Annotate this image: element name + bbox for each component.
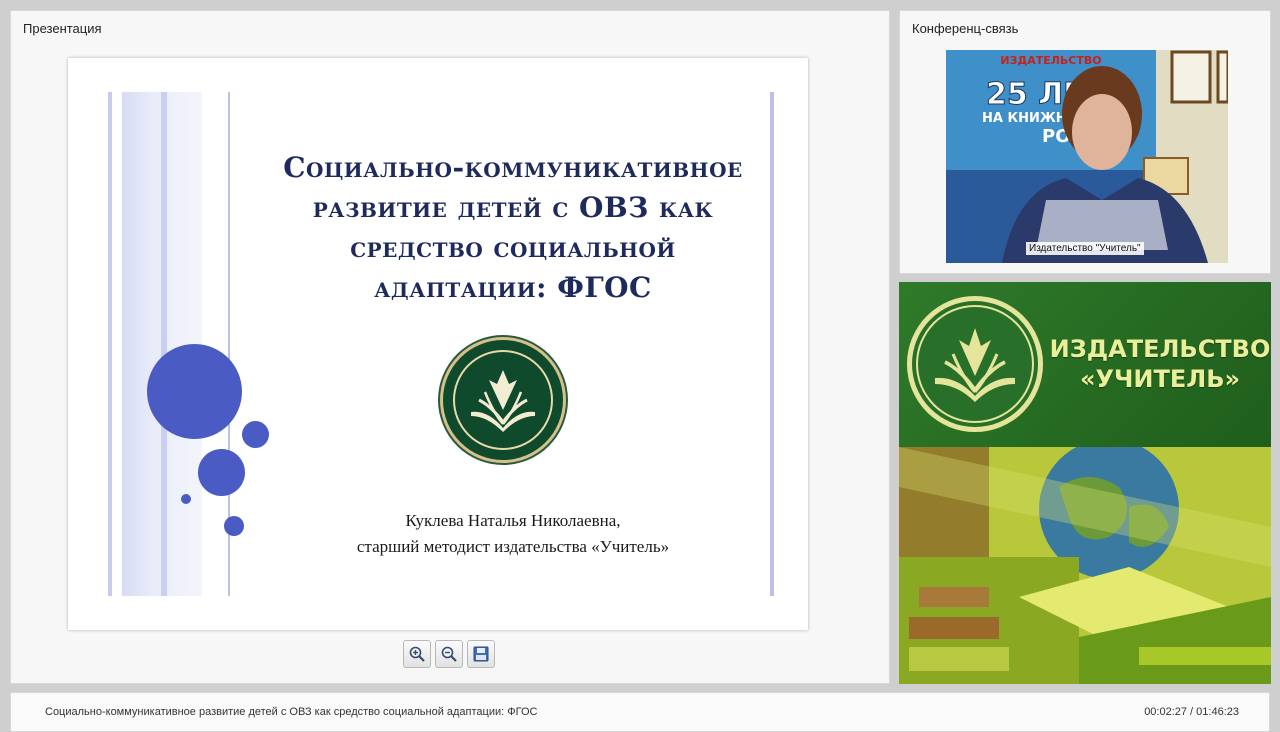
slide-decor-circle	[242, 421, 269, 448]
banner-publisher-name: ИЗДАТЕЛЬСТВО «УЧИТЕЛЬ»	[1049, 334, 1271, 394]
slide-title-line: средство социальной	[350, 231, 676, 264]
conference-panel: Конференц-связь ИЗДАТЕЛЬСТВО 25 ЛЕТ НА К…	[899, 10, 1271, 274]
slide-title-line: адаптации: ФГОС	[374, 271, 652, 304]
footer-presentation-title: Социально-коммуникативное развитие детей…	[45, 706, 538, 718]
books-globe-image	[899, 447, 1271, 684]
slide: Социально-коммуникативное развитие детей…	[68, 58, 808, 630]
slide-title-line: Социально-коммуникативное	[283, 151, 743, 184]
author-name: Куклева Наталья Николаевна,	[405, 511, 621, 530]
zoom-in-icon	[409, 646, 425, 662]
slide-decor-circle	[147, 344, 242, 439]
book-icon	[471, 370, 535, 432]
slide-title: Социально-коммуникативное развитие детей…	[218, 148, 808, 308]
save-icon	[473, 646, 489, 662]
banner-name-line: ИЗДАТЕЛЬСТВО	[1049, 335, 1271, 363]
banner-name-line: «УЧИТЕЛЬ»	[1080, 365, 1240, 393]
publisher-banner: ИЗДАТЕЛЬСТВО «УЧИТЕЛЬ»	[899, 282, 1271, 684]
backdrop-text: ИЗДАТЕЛЬСТВО	[1000, 54, 1101, 67]
slide-stripe	[108, 92, 112, 596]
slide-toolbar	[403, 640, 495, 668]
video-feed[interactable]: ИЗДАТЕЛЬСТВО 25 ЛЕТ НА КНИЖНО РО Издател…	[946, 50, 1228, 263]
save-button[interactable]	[467, 640, 495, 668]
slide-author: Куклева Наталья Николаевна, старший мето…	[218, 508, 808, 560]
slide-title-line: развитие детей с ОВЗ как	[312, 191, 714, 224]
slide-stripe	[161, 92, 167, 596]
banner-header: ИЗДАТЕЛЬСТВО «УЧИТЕЛЬ»	[899, 282, 1271, 447]
book-icon	[935, 328, 1015, 402]
banner-books-image	[899, 447, 1271, 684]
author-role: старший методист издательства «Учитель»	[356, 537, 670, 556]
publisher-emblem-logo	[443, 340, 563, 460]
zoom-out-icon	[441, 646, 457, 662]
video-frame-image: ИЗДАТЕЛЬСТВО 25 ЛЕТ НА КНИЖНО РО	[946, 50, 1228, 263]
zoom-in-button[interactable]	[403, 640, 431, 668]
conference-panel-title: Конференц-связь	[912, 21, 1019, 36]
presentation-panel-title: Презентация	[23, 21, 102, 36]
slide-decor-circle	[198, 449, 245, 496]
playback-time: 00:02:27 / 01:46:23	[1144, 706, 1239, 718]
banner-logo	[907, 296, 1043, 432]
footer-bar: Социально-коммуникативное развитие детей…	[10, 692, 1270, 732]
slide-decor-circle	[181, 494, 191, 504]
video-caption: Издательство "Учитель"	[1026, 242, 1144, 255]
zoom-out-button[interactable]	[435, 640, 463, 668]
presentation-panel: Презентация Социально-коммуникативное ра…	[10, 10, 890, 684]
